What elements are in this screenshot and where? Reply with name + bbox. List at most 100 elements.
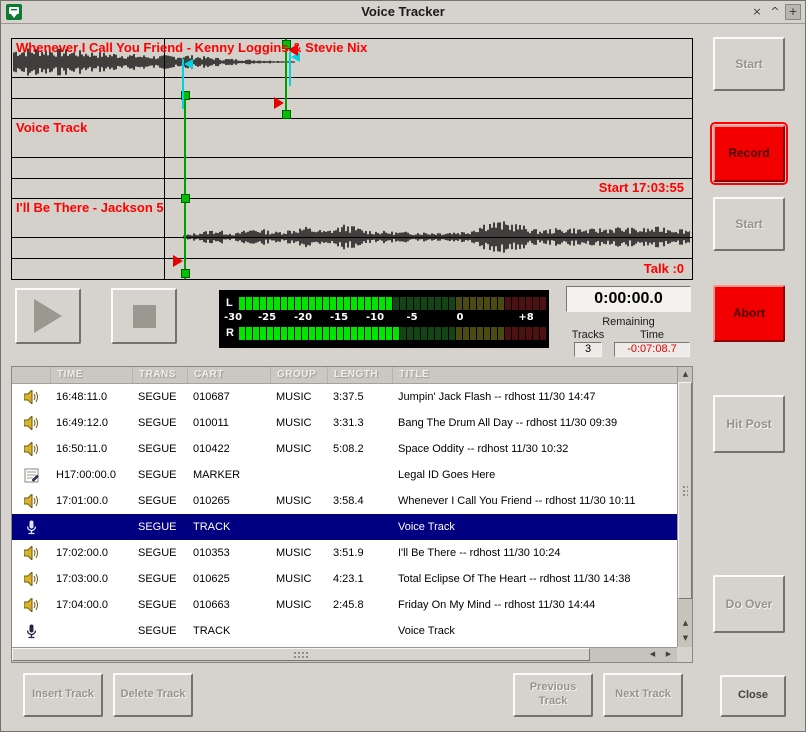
log-cell: Legal ID Goes Here bbox=[392, 469, 677, 481]
insert-track-button[interactable]: Insert Track bbox=[23, 673, 103, 717]
meter-segment bbox=[491, 297, 497, 310]
meter-segment bbox=[463, 297, 469, 310]
stop-button[interactable] bbox=[111, 288, 177, 344]
column-header-cart[interactable]: CART bbox=[187, 367, 270, 383]
maximize-icon[interactable]: + bbox=[785, 4, 801, 20]
mic-icon bbox=[12, 624, 50, 639]
edit-cursor-line[interactable] bbox=[164, 39, 165, 279]
marker-handle[interactable] bbox=[181, 194, 190, 203]
meter-segment bbox=[435, 297, 441, 310]
log-row-8[interactable]: 17:04:00.0SEGUE010663MUSIC2:45.8Friday O… bbox=[12, 592, 677, 618]
meter-segment bbox=[365, 327, 371, 340]
speaker-icon bbox=[12, 572, 50, 586]
meter-segment bbox=[330, 297, 336, 310]
meter-segment bbox=[407, 327, 413, 340]
meter-segment bbox=[351, 297, 357, 310]
hit-post-button[interactable]: Hit Post bbox=[713, 395, 785, 453]
end-marker[interactable] bbox=[274, 97, 284, 109]
log-row-5[interactable]: SEGUETRACKVoice Track bbox=[12, 514, 677, 540]
meter-segment bbox=[540, 327, 546, 340]
voice-tracker-window: Voice Tracker × ^ + Whenever I Call You … bbox=[0, 0, 806, 732]
log-cell: Space Oddity -- rdhost 11/30 10:32 bbox=[392, 443, 677, 455]
vscroll-thumb[interactable] bbox=[678, 382, 692, 599]
log-row-6[interactable]: 17:02:00.0SEGUE010353MUSIC3:51.9I'll Be … bbox=[12, 540, 677, 566]
meter-segment bbox=[526, 327, 532, 340]
log-cell: 2:45.8 bbox=[327, 599, 392, 611]
vertical-scrollbar[interactable]: ▲ ▲ ▼ bbox=[677, 367, 692, 647]
log-cell: 17:02:00.0 bbox=[50, 547, 132, 559]
meter-segment bbox=[288, 297, 294, 310]
log-row-7[interactable]: 17:03:00.0SEGUE010625MUSIC4:23.1Total Ec… bbox=[12, 566, 677, 592]
meter-segment bbox=[302, 297, 308, 310]
delete-track-button[interactable]: Delete Track bbox=[113, 673, 193, 717]
log-row-0[interactable]: 16:48:11.0SEGUE010687MUSIC3:37.5Jumpin' … bbox=[12, 384, 677, 410]
remaining-time-value: -0:07:08.7 bbox=[614, 342, 690, 357]
log-row-2[interactable]: 16:50:11.0SEGUE010422MUSIC5:08.2Space Od… bbox=[12, 436, 677, 462]
meter-segment bbox=[309, 327, 315, 340]
play-button[interactable] bbox=[15, 288, 81, 344]
next-track-button[interactable]: Next Track bbox=[603, 673, 683, 717]
scroll-up-icon[interactable]: ▲ bbox=[678, 367, 693, 382]
log-cell: SEGUE bbox=[132, 625, 187, 637]
scroll-up2-icon[interactable]: ▲ bbox=[678, 616, 693, 631]
log-row-4[interactable]: 17:01:00.0SEGUE010265MUSIC3:58.4Whenever… bbox=[12, 488, 677, 514]
abort-button[interactable]: Abort bbox=[713, 285, 785, 342]
meter-segment bbox=[386, 327, 392, 340]
record-button[interactable]: Record bbox=[713, 125, 785, 182]
horizontal-scrollbar[interactable]: ◀ ▶ bbox=[12, 647, 677, 662]
meter-segment bbox=[281, 297, 287, 310]
hscroll-thumb[interactable] bbox=[12, 648, 590, 661]
log-cell: Jumpin' Jack Flash -- rdhost 11/30 14:47 bbox=[392, 391, 677, 403]
start-button-1[interactable]: Start bbox=[713, 37, 785, 91]
log-row-3[interactable]: H17:00:00.0SEGUEMARKERLegal ID Goes Here bbox=[12, 462, 677, 488]
fade-marker[interactable] bbox=[184, 59, 193, 69]
log-cell: MUSIC bbox=[270, 443, 327, 455]
previous-track-button[interactable]: Previous Track bbox=[513, 673, 593, 717]
track-3-title: I'll Be There - Jackson 5 bbox=[16, 200, 164, 215]
column-header-length[interactable]: LENGTH bbox=[327, 367, 392, 383]
scroll-down-icon[interactable]: ▼ bbox=[678, 631, 693, 646]
column-header-group[interactable]: GROUP bbox=[270, 367, 327, 383]
remaining-tracks-label: Tracks bbox=[566, 329, 610, 341]
meter-segment bbox=[239, 297, 245, 310]
track-panel-2[interactable]: Voice Track Start 17:03:55 bbox=[12, 119, 692, 199]
column-header-trans[interactable]: TRANS bbox=[132, 367, 187, 383]
meter-segment bbox=[540, 297, 546, 310]
scroll-left-icon[interactable]: ◀ bbox=[645, 647, 660, 662]
close-button[interactable]: Close bbox=[720, 675, 786, 717]
track-2-title: Voice Track bbox=[16, 120, 87, 135]
log-body: 16:48:11.0SEGUE010687MUSIC3:37.5Jumpin' … bbox=[12, 384, 677, 647]
log-row-9[interactable]: SEGUETRACKVoice Track bbox=[12, 618, 677, 644]
meter-segment bbox=[393, 297, 399, 310]
start-button-2[interactable]: Start bbox=[713, 197, 785, 251]
track-start-line bbox=[184, 91, 186, 279]
meter-segment bbox=[316, 297, 322, 310]
meter-scale-label: 0 bbox=[457, 312, 464, 323]
meter-segment bbox=[526, 297, 532, 310]
track-panel-1[interactable]: Whenever I Call You Friend - Kenny Loggi… bbox=[12, 39, 692, 119]
meter-scale-label: -20 bbox=[294, 312, 312, 323]
track-panel-3[interactable]: I'll Be There - Jackson 5 Talk :0 bbox=[12, 199, 692, 279]
column-header-icon[interactable] bbox=[12, 367, 50, 383]
meter-segment bbox=[484, 327, 490, 340]
shade-icon[interactable]: ^ bbox=[767, 4, 783, 20]
marker-handle[interactable] bbox=[181, 269, 190, 278]
meter-segment bbox=[372, 327, 378, 340]
meter-segment bbox=[421, 327, 427, 340]
meter-left-label: L bbox=[226, 297, 236, 310]
column-header-time[interactable]: TIME bbox=[50, 367, 132, 383]
do-over-button[interactable]: Do Over bbox=[713, 575, 785, 633]
log-cell: MUSIC bbox=[270, 417, 327, 429]
meter-segment bbox=[519, 297, 525, 310]
titlebar[interactable]: Voice Tracker × ^ + bbox=[1, 1, 805, 24]
log-row-1[interactable]: 16:49:12.0SEGUE010011MUSIC3:31.3Bang The… bbox=[12, 410, 677, 436]
meter-segment bbox=[477, 297, 483, 310]
close-icon[interactable]: × bbox=[749, 4, 765, 20]
meter-segment bbox=[260, 327, 266, 340]
log-cell: 3:58.4 bbox=[327, 495, 392, 507]
speaker-icon bbox=[12, 416, 50, 430]
scroll-right-icon[interactable]: ▶ bbox=[661, 647, 676, 662]
start-marker[interactable] bbox=[173, 255, 183, 267]
column-header-title[interactable]: TITLE bbox=[392, 367, 677, 383]
marker-handle[interactable] bbox=[282, 110, 291, 119]
